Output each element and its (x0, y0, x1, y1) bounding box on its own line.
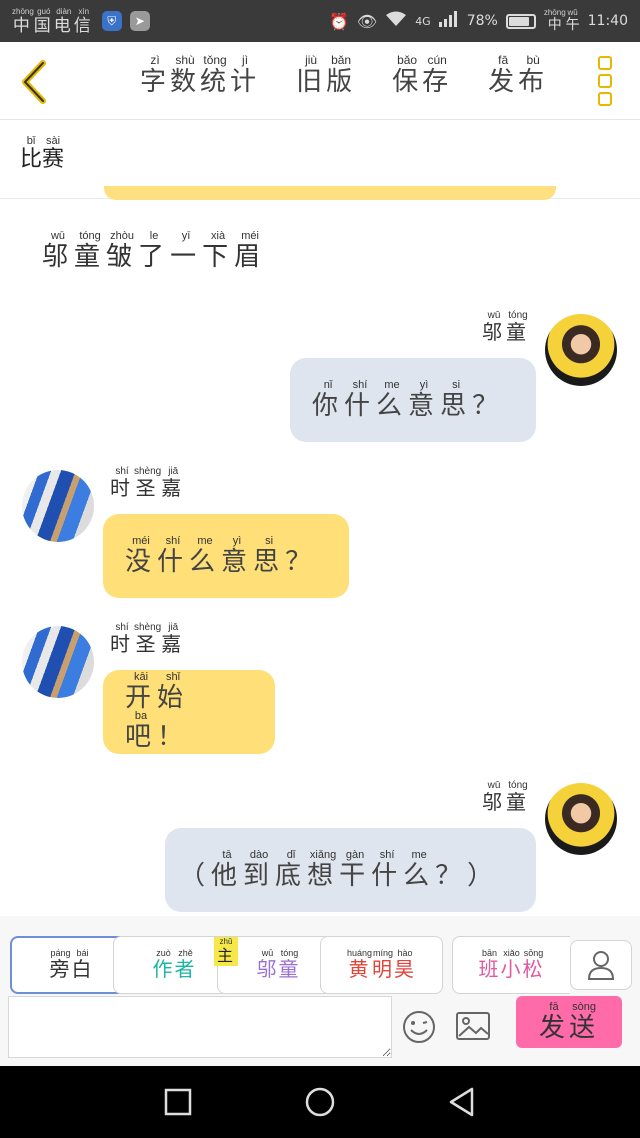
carrier-name: 中zhōng国guó电diàn信xìn (12, 6, 94, 36)
word-count-button[interactable]: 字zì数shù统tǒng计jì (140, 53, 260, 98)
speaker-name: 邬wū童tóng (482, 310, 530, 344)
person-icon (587, 951, 615, 980)
eye-icon: 👁 (356, 11, 378, 31)
alarm-icon: ⏰ (328, 11, 349, 31)
editor-header: 字zì数shù统tǒng计jì 旧jiù版bǎn 保bǎo存cún 发fā布bù (0, 42, 640, 120)
save-button[interactable]: 保bǎo存cún (392, 53, 452, 98)
navigation-app-icon: ➤ (129, 11, 150, 31)
speaker-name: 时shí圣shèng嘉jiā (110, 622, 186, 656)
character-manage-button[interactable] (570, 940, 632, 990)
time-period: 中zhōng午wǔ (543, 8, 580, 33)
avatar-wutong[interactable] (545, 783, 617, 855)
send-button[interactable]: 发fā送sòng (516, 996, 622, 1048)
shield-icon: ⛨ (101, 11, 122, 31)
system-nav-bar (0, 1066, 640, 1138)
message-text: 开kāi始shǐ吧ba！ (125, 671, 190, 752)
more-menu-button[interactable] (592, 56, 618, 106)
chevron-left-icon (22, 60, 46, 104)
message-bubble[interactable]: （他tā到dào底dǐ想xiǎng干gàn什shí么me？） (165, 828, 536, 912)
triangle-back-icon (449, 1087, 474, 1117)
message-bubble[interactable]: 没méi什shí么me意yì思si？ (103, 514, 349, 598)
previous-bubble-edge (104, 186, 556, 200)
recent-apps-button[interactable] (160, 1084, 196, 1120)
clock-time: 11:40 (587, 13, 628, 29)
old-version-button[interactable]: 旧jiù版bǎn (296, 53, 356, 98)
role-banxiaosong[interactable]: 班bān小xiǎo松sōng (452, 936, 570, 994)
avatar-wutong[interactable] (545, 314, 617, 386)
role-selector: 旁páng白bái 作zuò者zhě 主zhǔ 邬wū童tóng 黄huáng明… (0, 916, 640, 996)
avatar-shishengjia[interactable] (22, 626, 94, 698)
speaker-name: 时shí圣shèng嘉jiā (110, 466, 186, 500)
role-huangminghao[interactable]: 黄huáng明míng昊hào (320, 936, 443, 994)
chapter-title-text: 比bǐ赛sài (20, 135, 65, 172)
message-text: 你nǐ什shí么me意yì思si？ (312, 378, 505, 421)
square-icon (164, 1088, 192, 1116)
emoji-button[interactable] (402, 1010, 436, 1044)
battery-icon (505, 13, 536, 29)
status-bar: 中zhōng国guó电diàn信xìn ⛨ ➤ ⏰ 👁 4G 78% 中zhōn… (0, 0, 640, 42)
wifi-icon (385, 11, 407, 31)
input-bar: 发fā送sòng (0, 996, 640, 1066)
image-button[interactable] (455, 1010, 491, 1042)
more-vertical-icon (598, 56, 612, 70)
emoji-icon (403, 1011, 435, 1043)
home-button[interactable] (302, 1084, 338, 1120)
back-nav-button[interactable] (444, 1084, 480, 1120)
back-button[interactable] (14, 58, 54, 106)
header-actions: 字zì数shù统tǒng计jì 旧jiù版bǎn 保bǎo存cún 发fā布bù (140, 53, 548, 98)
speaker-name: 邬wū童tóng (482, 780, 530, 814)
signal-icon (438, 11, 459, 31)
image-icon (456, 1012, 490, 1040)
message-text: （他tā到dào底dǐ想xiǎng干gàn什shí么me？） (179, 848, 500, 891)
avatar-shishengjia[interactable] (22, 470, 94, 542)
message-bubble[interactable]: 你nǐ什shí么me意yì思si？ (290, 358, 536, 442)
network-type: 4G (415, 14, 431, 28)
publish-button[interactable]: 发fā布bù (488, 53, 548, 98)
message-bubble[interactable]: 开kāi始shǐ吧ba！ (103, 670, 275, 754)
chat-area[interactable]: 邬wū童tóng皱zhòu了le一yī下xià眉méi 邬wū童tóng 你nǐ… (0, 200, 640, 916)
main-character-tag: 主zhǔ (214, 937, 239, 966)
circle-icon (305, 1087, 335, 1117)
narration-line[interactable]: 邬wū童tóng皱zhòu了le一yī下xià眉méi (42, 230, 266, 273)
message-input[interactable] (8, 996, 392, 1058)
battery-percent: 78% (466, 13, 498, 29)
message-text: 没méi什shí么me意yì思si？ (125, 534, 318, 577)
